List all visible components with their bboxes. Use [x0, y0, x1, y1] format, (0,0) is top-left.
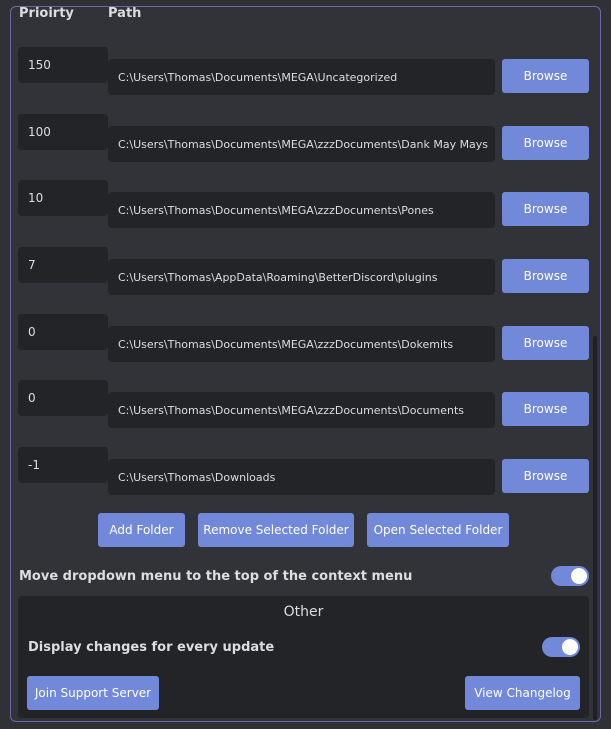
toggle-knob	[571, 568, 587, 584]
toggle-knob	[562, 639, 578, 655]
browse-button[interactable]: Browse	[502, 259, 589, 293]
priority-input[interactable]: 7	[18, 247, 108, 283]
path-input[interactable]: C:\Users\Thomas\Documents\MEGA\Uncategor…	[108, 59, 495, 95]
join-support-server-button[interactable]: Join Support Server	[27, 676, 159, 710]
priority-input[interactable]: -1	[18, 447, 108, 483]
other-section-title: Other	[283, 604, 324, 620]
folder-row: 150 C:\Users\Thomas\Documents\MEGA\Uncat…	[0, 47, 611, 107]
other-section: Other Display changes for every update J…	[18, 596, 589, 718]
browse-button[interactable]: Browse	[502, 326, 589, 360]
priority-input[interactable]: 0	[18, 314, 108, 350]
folder-row: 10 C:\Users\Thomas\Documents\MEGA\zzzDoc…	[0, 180, 611, 240]
view-changelog-button[interactable]: View Changelog	[465, 676, 580, 710]
browse-button[interactable]: Browse	[502, 459, 589, 493]
path-input[interactable]: C:\Users\Thomas\Documents\MEGA\zzzDocume…	[108, 326, 495, 362]
display-changes-toggle[interactable]	[542, 637, 580, 657]
path-input[interactable]: C:\Users\Thomas\AppData\Roaming\BetterDi…	[108, 259, 495, 295]
open-selected-folder-button[interactable]: Open Selected Folder	[367, 513, 509, 547]
browse-button[interactable]: Browse	[502, 392, 589, 426]
folder-row: 100 C:\Users\Thomas\Documents\MEGA\zzzDo…	[0, 114, 611, 174]
path-input[interactable]: C:\Users\Thomas\Documents\MEGA\zzzDocume…	[108, 392, 495, 428]
folder-row: -1 C:\Users\Thomas\Downloads Browse	[0, 447, 611, 507]
path-input[interactable]: C:\Users\Thomas\Downloads	[108, 459, 495, 495]
add-folder-button[interactable]: Add Folder	[98, 513, 185, 547]
priority-input[interactable]: 150	[18, 47, 108, 83]
priority-input[interactable]: 0	[18, 380, 108, 416]
folder-row: 0 C:\Users\Thomas\Documents\MEGA\zzzDocu…	[0, 314, 611, 374]
browse-button[interactable]: Browse	[502, 192, 589, 226]
move-dropdown-toggle[interactable]	[551, 566, 589, 586]
remove-selected-folder-button[interactable]: Remove Selected Folder	[198, 513, 354, 547]
path-input[interactable]: C:\Users\Thomas\Documents\MEGA\zzzDocume…	[108, 192, 495, 228]
path-column-header: Path	[108, 6, 142, 21]
browse-button[interactable]: Browse	[502, 59, 589, 93]
priority-input[interactable]: 10	[18, 180, 108, 216]
priority-column-header: Prioirty	[19, 6, 74, 21]
folder-row: 7 C:\Users\Thomas\AppData\Roaming\Better…	[0, 247, 611, 307]
move-dropdown-label: Move dropdown menu to the top of the con…	[19, 569, 413, 584]
display-changes-label: Display changes for every update	[28, 640, 275, 655]
priority-input[interactable]: 100	[18, 114, 108, 150]
path-input[interactable]: C:\Users\Thomas\Documents\MEGA\zzzDocume…	[108, 126, 495, 162]
browse-button[interactable]: Browse	[502, 126, 589, 160]
folder-row: 0 C:\Users\Thomas\Documents\MEGA\zzzDocu…	[0, 380, 611, 440]
